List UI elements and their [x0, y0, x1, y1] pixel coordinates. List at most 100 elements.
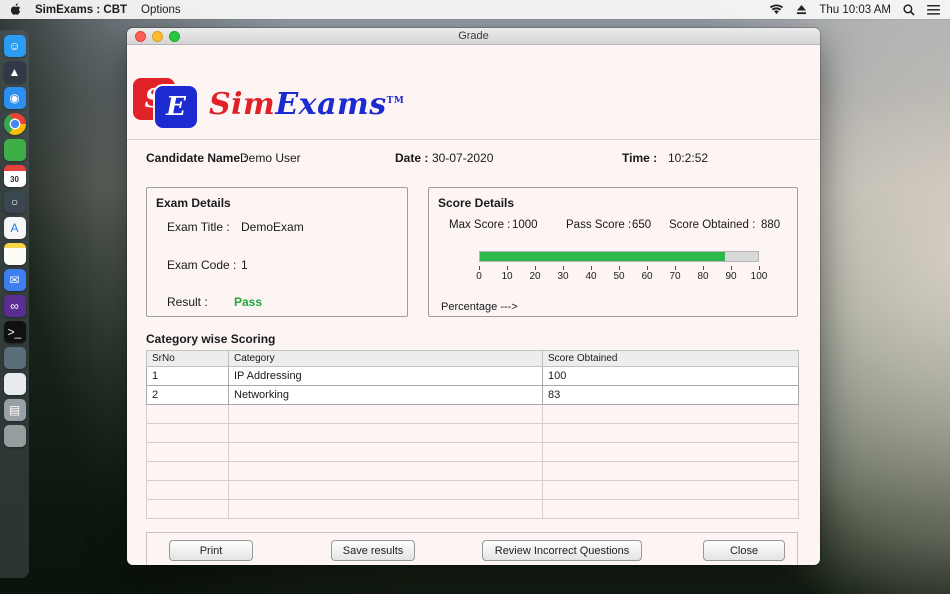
scale-tick — [703, 266, 704, 270]
zoom-button[interactable] — [169, 31, 180, 42]
exam-details-title: Exam Details — [156, 196, 231, 210]
dock-icon-trash[interactable] — [3, 425, 26, 447]
dock-icon-calendar[interactable]: 30 — [3, 165, 26, 187]
dock-icon-terminal[interactable]: >_ — [3, 321, 26, 343]
minimize-button[interactable] — [152, 31, 163, 42]
table-cell[interactable]: 100 — [542, 366, 799, 386]
dock-icon-chrome[interactable] — [3, 113, 26, 135]
table-empty-row — [146, 404, 799, 424]
window-titlebar[interactable]: Grade — [127, 28, 820, 45]
scale-number: 0 — [476, 271, 482, 282]
scale-number: 10 — [501, 271, 513, 282]
table-cell[interactable]: 83 — [542, 385, 799, 405]
dock-icon-app-store[interactable]: A — [3, 217, 26, 239]
dock-icon-utility[interactable] — [3, 347, 26, 369]
dock-icon-safari[interactable]: ◉ — [3, 87, 26, 109]
dock-icon-mail[interactable]: ✉ — [3, 269, 26, 291]
close-window-button[interactable]: Close — [703, 540, 785, 561]
table-empty-row — [146, 442, 799, 462]
max-score-label: Max Score : — [449, 219, 511, 231]
dock-icon-finder[interactable]: ☺ — [3, 35, 26, 57]
score-progress-bar — [479, 251, 759, 262]
eject-icon[interactable] — [796, 4, 807, 15]
window-title: Grade — [458, 30, 489, 42]
simexams-logo: S E SimExamsTM — [133, 75, 404, 133]
dock-icon-clock-app[interactable]: ○ — [3, 191, 26, 213]
time-value: 10:2:52 — [668, 151, 709, 165]
table-cell — [146, 499, 229, 519]
score-obtained-label: Score Obtained : — [669, 219, 756, 231]
candidate-row: Candidate Name : Demo User Date : 30-07-… — [127, 151, 820, 171]
exam-code-label: Exam Code : — [167, 258, 237, 272]
table-cell — [228, 499, 543, 519]
candidate-name-label: Candidate Name : — [146, 151, 248, 165]
table-row[interactable]: 1 IP Addressing 100 — [146, 366, 799, 386]
table-cell[interactable]: IP Addressing — [228, 366, 543, 386]
logo-tm: TM — [386, 95, 405, 106]
save-results-button[interactable]: Save results — [331, 540, 415, 561]
exam-title-value: DemoExam — [241, 220, 304, 234]
column-header-score[interactable]: Score Obtained — [542, 350, 799, 367]
logo-mark: S E — [133, 76, 199, 132]
scale-tick — [675, 266, 676, 270]
menubar-options[interactable]: Options — [141, 4, 181, 16]
close-button[interactable] — [135, 31, 146, 42]
button-bar: Print Save results Review Incorrect Ques… — [146, 532, 798, 565]
table-empty-row — [146, 499, 799, 519]
exam-details-box: Exam Details Exam Title : DemoExam Exam … — [146, 187, 408, 317]
table-cell — [228, 442, 543, 462]
column-header-srno[interactable]: SrNo — [146, 350, 229, 367]
scale-tick — [479, 266, 480, 270]
header-separator — [127, 139, 820, 140]
scale-number: 80 — [697, 271, 709, 282]
grade-window: Grade S E SimExamsTM Candidate Name : De… — [127, 28, 820, 565]
exam-title-label: Exam Title : — [167, 220, 230, 234]
dock-icon-launchpad[interactable]: ▲ — [3, 61, 26, 83]
scale-tick — [591, 266, 592, 270]
table-row[interactable]: 2 Networking 83 — [146, 385, 799, 405]
dock-icon-cup[interactable] — [3, 373, 26, 395]
dock-icon-database[interactable]: ▤ — [3, 399, 26, 421]
dock-icon-vscode[interactable]: ∞ — [3, 295, 26, 317]
apple-icon[interactable] — [10, 3, 21, 16]
dock-icon-green-app[interactable] — [3, 139, 26, 161]
table-empty-row — [146, 461, 799, 481]
time-label: Time : — [622, 151, 658, 165]
scale-tick — [507, 266, 508, 270]
max-score-value: 1000 — [512, 219, 538, 231]
date-label: Date : — [395, 151, 429, 165]
scale-tick — [731, 266, 732, 270]
table-header-row: SrNo Category Score Obtained — [146, 350, 799, 367]
menubar: SimExams : CBT Options Thu 10:03 AM — [0, 0, 950, 19]
pass-score-value: 650 — [632, 219, 652, 231]
category-table-body: 1 IP Addressing 100 2 Networking 83 — [146, 366, 799, 519]
menu-list-icon[interactable] — [927, 4, 940, 15]
print-button[interactable]: Print — [169, 540, 253, 561]
table-cell[interactable]: 2 — [146, 385, 229, 405]
category-scoring-title: Category wise Scoring — [146, 332, 276, 346]
table-cell — [542, 442, 799, 462]
search-icon[interactable] — [903, 3, 915, 16]
exam-code-value: 1 — [241, 258, 248, 272]
score-obtained-value: 880 — [761, 219, 781, 231]
wifi-icon[interactable] — [769, 4, 784, 15]
table-cell — [542, 480, 799, 500]
review-incorrect-questions-button[interactable]: Review Incorrect Questions — [482, 540, 642, 561]
table-cell — [228, 461, 543, 481]
table-cell[interactable]: 1 — [146, 366, 229, 386]
table-cell — [146, 404, 229, 424]
table-cell[interactable]: Networking — [228, 385, 543, 405]
table-cell — [228, 404, 543, 424]
scale-tick — [535, 266, 536, 270]
scale-number: 100 — [750, 271, 768, 282]
dock: ☺ ▲ ◉ 30 ○ A ✉ ∞ >_ ▤ — [0, 30, 29, 578]
score-details-box: Score Details Max Score : 1000 Pass Scor… — [428, 187, 798, 317]
menubar-app-name[interactable]: SimExams : CBT — [35, 4, 127, 16]
column-header-category[interactable]: Category — [228, 350, 543, 367]
table-cell — [146, 480, 229, 500]
logo-text: SimExamsTM — [209, 87, 404, 122]
table-cell — [542, 499, 799, 519]
dock-icon-notes[interactable] — [3, 243, 26, 265]
menubar-clock[interactable]: Thu 10:03 AM — [819, 4, 891, 16]
table-cell — [542, 461, 799, 481]
